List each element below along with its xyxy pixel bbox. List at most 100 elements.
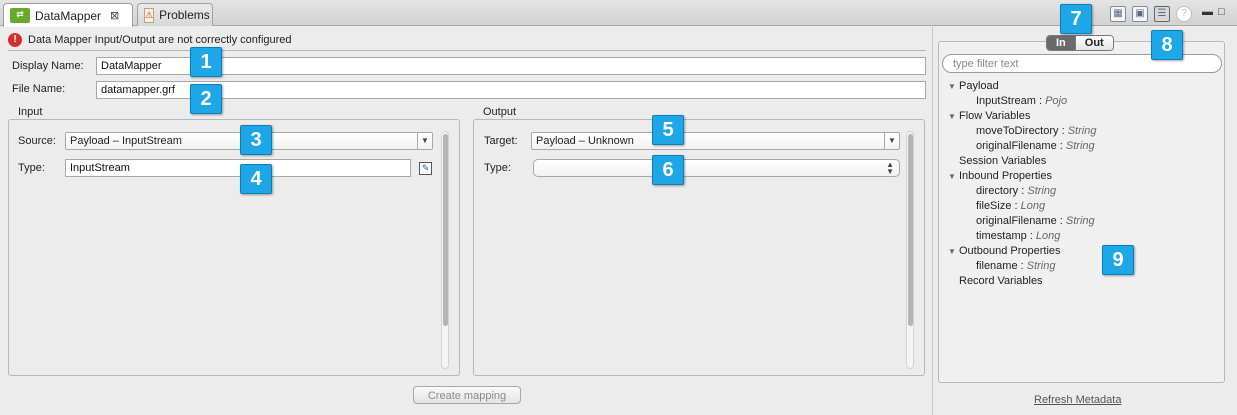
tree-type: Pojo [1045, 95, 1068, 107]
expand-triangle-icon[interactable]: ▼ [948, 169, 959, 184]
tree-separator: : [1011, 200, 1021, 212]
tree-type: Long [1020, 200, 1046, 212]
tab-close-icon[interactable]: ⊠ [110, 9, 119, 22]
input-group-label: Input [18, 106, 43, 118]
target-label: Target: [484, 135, 518, 147]
metadata-tree: ▼ Payload InputStream : Pojo ▼ Flow Variable… [948, 79, 1218, 289]
input-type-field[interactable] [65, 159, 411, 177]
chevron-down-icon: ▼ [417, 133, 432, 149]
output-scrollbar[interactable] [906, 131, 914, 369]
output-panel [473, 119, 925, 376]
tab-problems-label: Problems [159, 8, 210, 22]
tree-item[interactable]: originalFilename : String [948, 214, 1218, 229]
error-icon: ! [8, 33, 22, 47]
callout-1: 1 [190, 47, 222, 77]
tree-label: fileSize [976, 200, 1012, 212]
tree-label: Payload [959, 80, 999, 92]
input-scrollbar[interactable] [441, 131, 449, 369]
help-icon[interactable]: ? [1176, 6, 1192, 22]
input-scrollbar-thumb[interactable] [443, 134, 448, 326]
callout-3: 3 [240, 125, 272, 155]
output-type-select[interactable]: ▲ ▼ [533, 159, 900, 177]
datamapper-icon: ⇄ [10, 8, 30, 23]
expand-triangle-icon[interactable]: ▼ [948, 109, 959, 124]
tree-item[interactable]: originalFilename : String [948, 139, 1218, 154]
file-name-label: File Name: [12, 83, 66, 95]
callout-6: 6 [652, 155, 684, 185]
tree-category[interactable]: ▼ Payload [948, 79, 1218, 94]
tree-label: moveToDirectory [976, 125, 1059, 137]
target-select[interactable]: Payload – Unknown ▼ [531, 132, 900, 150]
tree-item[interactable]: timestamp : Long [948, 229, 1218, 244]
tab-datamapper[interactable]: ⇄ DataMapper ⊠ [3, 3, 133, 27]
tree-type: String [1065, 140, 1095, 152]
tree-item[interactable]: moveToDirectory : String [948, 124, 1218, 139]
tree-label: directory [976, 185, 1019, 197]
tab-problems[interactable]: ⚠ Problems [137, 3, 213, 26]
error-message: Data Mapper Input/Output are not correct… [28, 34, 292, 46]
refresh-metadata-link[interactable]: Refresh Metadata [1034, 394, 1121, 406]
editor-tab-bar: ⇄ DataMapper ⊠ ⚠ Problems ▦ ▣ ☰ ? ▬ □ [0, 0, 1237, 27]
tree-type: String [1065, 215, 1095, 227]
maximize-icon[interactable]: □ [1218, 6, 1225, 18]
tree-type: String [1027, 185, 1057, 197]
tree-type: String [1026, 260, 1056, 272]
tree-separator: : [1018, 185, 1028, 197]
type-label-input: Type: [18, 162, 45, 174]
tree-label: timestamp [976, 230, 1027, 242]
tree-item[interactable]: directory : String [948, 184, 1218, 199]
tree-item[interactable]: fileSize : Long [948, 199, 1218, 214]
problems-icon: ⚠ [144, 7, 155, 23]
edit-icon[interactable]: ✎ [419, 162, 432, 175]
tree-category[interactable]: ▼ Flow Variables [948, 109, 1218, 124]
tree-separator: : [1035, 95, 1046, 107]
tree-category[interactable]: ▼ Inbound Properties [948, 169, 1218, 184]
chevron-down-icon: ▼ [884, 133, 899, 149]
tree-category[interactable]: Session Variables [948, 154, 1218, 169]
toggle-in[interactable]: In [1047, 36, 1075, 50]
input-panel [8, 119, 460, 376]
toggle-out[interactable]: Out [1074, 36, 1113, 50]
output-group-label: Output [483, 106, 517, 118]
minimize-icon[interactable]: ▬ [1202, 6, 1213, 18]
target-select-value: Payload – Unknown [536, 135, 634, 147]
callout-8: 8 [1151, 30, 1183, 60]
display-name-label: Display Name: [12, 60, 84, 72]
tree-type: String [1067, 125, 1097, 137]
tree-label: filename [976, 260, 1018, 272]
updown-icon: ▲ ▼ [886, 160, 894, 176]
create-mapping-button[interactable]: Create mapping [413, 386, 521, 404]
tree-label: Inbound Properties [959, 170, 1052, 182]
callout-9: 9 [1102, 245, 1134, 275]
tree-separator: : [1026, 230, 1036, 242]
table-icon[interactable]: ▦ [1110, 6, 1126, 22]
tree-type: Long [1035, 230, 1061, 242]
output-scrollbar-thumb[interactable] [908, 134, 913, 326]
source-select-value: Payload – InputStream [70, 135, 182, 147]
source-label: Source: [18, 135, 56, 147]
tab-datamapper-label: DataMapper [35, 8, 102, 23]
in-out-toggle[interactable]: In Out [1046, 35, 1114, 51]
tree-item[interactable]: filename : String [948, 259, 1218, 274]
tree-icon[interactable]: ☰ [1154, 6, 1170, 22]
expand-triangle-icon[interactable]: ▼ [948, 244, 959, 259]
tree-category[interactable]: Record Variables [948, 274, 1218, 289]
callout-7: 7 [1060, 4, 1092, 34]
tree-label: InputStream [976, 95, 1036, 107]
type-label-output: Type: [484, 162, 511, 174]
tree-separator: : [1058, 125, 1068, 137]
tree-separator: : [1017, 260, 1027, 272]
tree-separator: : [1056, 140, 1066, 152]
save-icon[interactable]: ▣ [1132, 6, 1148, 22]
tree-label: Flow Variables [959, 110, 1031, 122]
expand-triangle-icon[interactable]: ▼ [948, 79, 959, 94]
callout-5: 5 [652, 115, 684, 145]
callout-2: 2 [190, 84, 222, 114]
divider [8, 50, 926, 51]
tree-label: originalFilename [976, 140, 1057, 152]
tree-item[interactable]: InputStream : Pojo [948, 94, 1218, 109]
tree-label: Record Variables [959, 275, 1043, 287]
tree-category[interactable]: ▼ Outbound Properties [948, 244, 1218, 259]
error-banner: ! Data Mapper Input/Output are not corre… [8, 33, 292, 47]
tree-label: Session Variables [959, 155, 1047, 167]
